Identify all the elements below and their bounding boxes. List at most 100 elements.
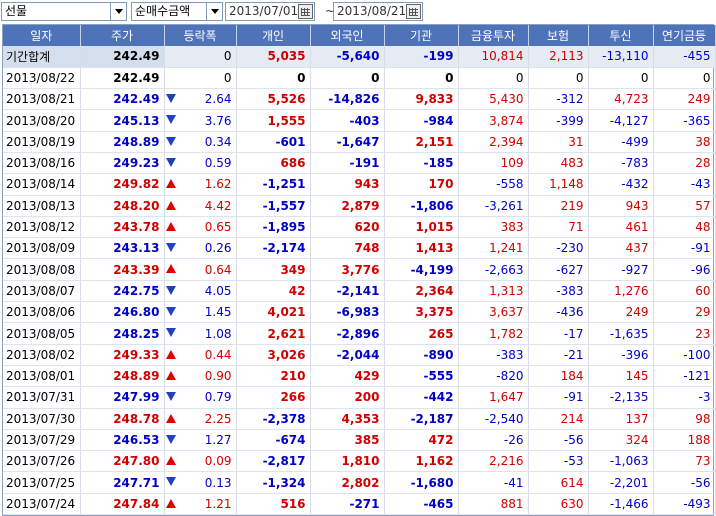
table-row[interactable]: 2013/07/26 247.80 0.09 -2,817 1,810 1,162 2,21… bbox=[3, 450, 716, 473]
cell-inst: 1,015 bbox=[384, 216, 459, 239]
column-header[interactable]: 등락폭 bbox=[164, 25, 237, 46]
column-header[interactable]: 개인 bbox=[236, 25, 311, 46]
chevron-down-icon[interactable] bbox=[110, 3, 126, 20]
cell-foreign: 2,879 bbox=[310, 195, 385, 217]
cell-trust: 137 bbox=[588, 408, 654, 430]
table-row[interactable]: 2013/07/31 247.99 0.79 266 200 -442 1,647 -91 -2… bbox=[3, 386, 716, 409]
foreign-value: 2,879 bbox=[341, 198, 380, 213]
cell-change: 4.42 bbox=[164, 195, 237, 217]
table-row[interactable]: 2013/08/12 243.78 0.65 -1,895 620 1,015 383 71 4… bbox=[3, 216, 716, 239]
date-text: 2013/07/26 bbox=[6, 454, 76, 469]
cell-fin: 881 bbox=[458, 493, 529, 516]
foreign-value: -2,044 bbox=[336, 347, 380, 362]
change-text: 1.08 bbox=[204, 326, 232, 341]
triangle-up-icon bbox=[165, 413, 176, 423]
foreign-value: 620 bbox=[354, 220, 380, 235]
table-row[interactable]: 2013/07/30 248.78 2.25 -2,378 4,353 -2,187 -2,… bbox=[3, 408, 716, 430]
cell-pension: 38 bbox=[653, 131, 716, 153]
column-header[interactable]: 일자 bbox=[3, 25, 81, 46]
cell-pension: -43 bbox=[653, 173, 716, 196]
column-header[interactable]: 금융투자 bbox=[458, 25, 529, 46]
table-row[interactable]: 2013/08/07 242.75 4.05 42 -2,141 2,364 1,313 -3… bbox=[3, 280, 716, 303]
cell-pension: 188 bbox=[653, 429, 716, 452]
cell-pension: 57 bbox=[653, 195, 716, 217]
table-row[interactable]: 2013/08/05 248.25 1.08 2,621 -2,896 265 1,782 -… bbox=[3, 322, 716, 345]
column-header[interactable]: 주가 bbox=[80, 25, 165, 46]
personal-value: 686 bbox=[280, 156, 306, 171]
table-row[interactable]: 2013/07/24 247.84 1.21 516 -271 -465 881 630 -1,… bbox=[3, 493, 716, 516]
price-text: 243.78 bbox=[113, 220, 160, 235]
table-row[interactable]: 2013/08/20 245.13 3.76 1,555 -403 -984 3,874 -3… bbox=[3, 109, 716, 132]
cell-inst: 1,413 bbox=[384, 237, 459, 260]
table-row[interactable]: 2013/08/08 243.39 0.64 349 3,776 -4,199 -2,663… bbox=[3, 258, 716, 281]
price-text: 247.99 bbox=[113, 390, 160, 405]
column-header[interactable]: 투신 bbox=[588, 25, 654, 46]
fin-value: -558 bbox=[496, 177, 524, 192]
table-row[interactable]: 2013/08/16 249.23 0.59 686 -191 -185 109 483 -78… bbox=[3, 152, 716, 175]
date-to-field[interactable]: 2013/08/21 bbox=[333, 2, 423, 21]
trust-value: -13,110 bbox=[602, 49, 649, 64]
date-text: 2013/07/24 bbox=[6, 496, 76, 511]
foreign-value: -191 bbox=[349, 156, 380, 171]
trust-value: -2,201 bbox=[609, 475, 649, 490]
cell-trust: -2,201 bbox=[588, 471, 654, 494]
triangle-down-icon bbox=[165, 136, 176, 146]
cell-price: 249.33 bbox=[80, 344, 165, 366]
cell-foreign: -5,640 bbox=[310, 46, 385, 68]
change-text: 0.44 bbox=[204, 347, 232, 362]
cell-ins: -436 bbox=[528, 301, 589, 324]
cell-date: 2013/07/31 bbox=[3, 386, 81, 409]
cell-ins: -53 bbox=[528, 450, 589, 473]
table-row[interactable]: 2013/08/21 242.49 2.64 5,526 -14,826 9,833 5,4… bbox=[3, 88, 716, 111]
ins-value: 1,148 bbox=[549, 177, 584, 192]
column-header[interactable]: 연기금등 bbox=[653, 25, 716, 46]
cell-inst: -199 bbox=[384, 46, 459, 68]
cell-personal: 5,526 bbox=[236, 88, 311, 111]
cell-price: 242.75 bbox=[80, 280, 165, 303]
table-row[interactable]: 2013/08/01 248.89 0.90 210 429 -555 -820 184 145… bbox=[3, 365, 716, 388]
chevron-down-icon[interactable] bbox=[206, 3, 222, 20]
price-text: 248.20 bbox=[113, 198, 160, 213]
personal-value: 0 bbox=[297, 70, 306, 85]
cell-ins: 614 bbox=[528, 471, 589, 494]
change-text: 4.42 bbox=[204, 198, 232, 213]
cell-inst: 0 bbox=[384, 67, 459, 90]
cell-fin: -26 bbox=[458, 429, 529, 452]
calendar-icon[interactable] bbox=[406, 4, 421, 19]
cell-foreign: 620 bbox=[310, 216, 385, 239]
table-row[interactable]: 2013/07/25 247.71 0.13 -1,324 2,802 -1,680 -41… bbox=[3, 471, 716, 494]
market-select[interactable]: 선물 bbox=[1, 2, 127, 21]
column-header[interactable]: 외국인 bbox=[310, 25, 385, 46]
fin-value: 2,394 bbox=[489, 134, 524, 149]
triangle-down-icon bbox=[165, 157, 176, 167]
table-row[interactable]: 2013/08/13 248.20 4.42 -1,557 2,879 -1,806 -3,… bbox=[3, 195, 716, 217]
ins-value: -627 bbox=[556, 262, 584, 277]
cell-personal: -2,174 bbox=[236, 237, 311, 260]
calendar-icon[interactable] bbox=[298, 4, 313, 19]
cell-fin: 1,313 bbox=[458, 280, 529, 303]
cell-fin: 10,814 bbox=[458, 46, 529, 68]
table-row[interactable]: 2013/08/14 249.82 1.62 -1,251 943 170 -558 1,14… bbox=[3, 173, 716, 196]
price-text: 246.53 bbox=[113, 432, 160, 447]
fin-value: -383 bbox=[496, 347, 524, 362]
personal-value: 42 bbox=[288, 283, 306, 298]
table-row[interactable]: 기간합계 242.49 0 5,035 -5,640 -199 10,814 2,113 -13… bbox=[3, 46, 716, 68]
pension-value: -365 bbox=[683, 113, 711, 128]
table-row[interactable]: 2013/08/22 242.49 0 0 0 0 0 0 0 0 bbox=[3, 67, 716, 90]
date-from-field[interactable]: 2013/07/01 bbox=[225, 2, 315, 21]
date-text: 2013/08/08 bbox=[6, 262, 76, 277]
column-header[interactable]: 기관 bbox=[384, 25, 459, 46]
cell-ins: -21 bbox=[528, 344, 589, 366]
cell-change: 0 bbox=[164, 46, 237, 68]
pension-value: 249 bbox=[687, 92, 711, 107]
type-select[interactable]: 순매수금액 bbox=[131, 2, 223, 21]
inst-value: 170 bbox=[428, 177, 454, 192]
column-header[interactable]: 보험 bbox=[528, 25, 589, 46]
table-row[interactable]: 2013/08/02 249.33 0.44 3,026 -2,044 -890 -383 -… bbox=[3, 344, 716, 366]
change-text: 1.27 bbox=[204, 432, 232, 447]
table-row[interactable]: 2013/08/09 243.13 0.26 -2,174 748 1,413 1,241 -… bbox=[3, 237, 716, 260]
table-row[interactable]: 2013/08/19 248.89 0.34 -601 -1,647 2,151 2,394… bbox=[3, 131, 716, 153]
table-row[interactable]: 2013/08/06 246.80 1.45 4,021 -6,983 3,375 3,63… bbox=[3, 301, 716, 324]
table-row[interactable]: 2013/07/29 246.53 1.27 -674 385 472 -26 -56 324 1… bbox=[3, 429, 716, 452]
cell-personal: 1,555 bbox=[236, 109, 311, 132]
